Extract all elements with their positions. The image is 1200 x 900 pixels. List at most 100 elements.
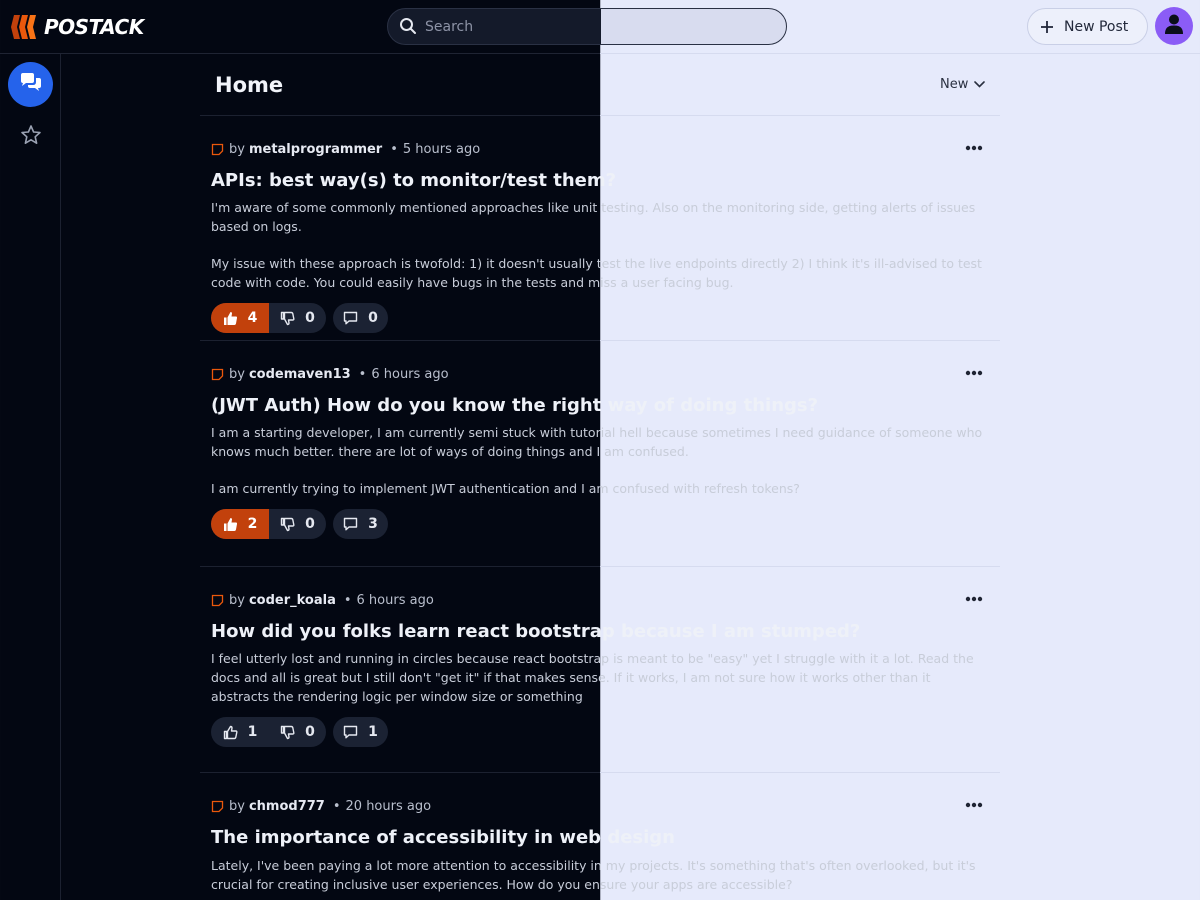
comments-button[interactable]: 3 [333,509,388,539]
plus-icon [1040,20,1054,34]
meta-separator: • [332,799,341,814]
post-body: I'm aware of some commonly mentioned app… [211,198,989,292]
comment-icon [343,725,358,739]
thumbs-down-icon [280,725,295,739]
post-paragraph: My issue with these approach is twofold:… [211,256,982,290]
more-horizontal-icon[interactable] [965,145,983,151]
post-title[interactable]: APIs: best way(s) to monitor/test them? [211,169,989,193]
more-horizontal-icon[interactable] [965,802,983,808]
user-icon [1164,13,1184,39]
comment-icon [343,517,358,531]
post-author[interactable]: codemaven13 [249,367,351,382]
post-meta: by coder_koala • 6 hours ago [211,567,989,610]
post-card: by coder_koala • 6 hours ago How did you… [200,567,1000,773]
post-paragraph: I am a starting developer, I am currentl… [211,425,983,459]
sidebar-item-favorites[interactable] [8,114,53,159]
star-icon [20,124,42,150]
post-body: Lately, I've been paying a lot more atte… [211,856,989,894]
new-post-label: New Post [1064,18,1129,35]
chat-bubbles-icon [19,72,43,98]
post-author[interactable]: chmod777 [249,799,325,814]
page-title: Home [215,73,284,97]
new-post-button[interactable]: New Post [1027,8,1148,45]
downvote-button[interactable]: 0 [269,509,326,539]
post-meta: by metalprogrammer • 5 hours ago [211,116,989,159]
post-meta: by codemaven13 • 6 hours ago [211,341,989,384]
post-actions: 1 0 1 [211,717,989,747]
comments-button[interactable]: 0 [333,303,388,333]
comment-icon [343,311,358,325]
thumbs-down-icon [280,311,295,325]
feed-header: Home New [200,54,1000,116]
thumbs-up-icon [223,517,237,531]
post-paragraph: Lately, I've been paying a lot more atte… [211,858,976,892]
post-title[interactable]: The importance of accessibility in web d… [211,826,989,850]
postack-logo-icon [10,14,38,40]
vote-group: 4 0 [211,303,326,333]
meta-separator: • [358,367,367,382]
note-icon [211,594,224,607]
upvote-count: 1 [247,724,258,740]
comment-count: 3 [368,516,378,532]
main-feed: Home New by metalprogrammer • 5 hours ag… [200,54,1000,900]
sidebar-item-feed[interactable] [8,62,53,107]
meta-separator: • [343,593,352,608]
chevron-down-icon [974,81,986,88]
search-input[interactable] [425,9,765,44]
post-body: I am a starting developer, I am currentl… [211,423,989,498]
post-paragraph: I'm aware of some commonly mentioned app… [211,200,976,234]
post-by-label: by [229,593,245,608]
post-time: 6 hours ago [356,593,434,608]
downvote-count: 0 [305,724,315,740]
search-bar[interactable] [387,8,787,45]
upvote-count: 4 [247,310,258,326]
user-avatar-button[interactable] [1155,7,1193,45]
post-card: by codemaven13 • 6 hours ago (JWT Auth) … [200,341,1000,567]
post-by-label: by [229,367,245,382]
post-title[interactable]: (JWT Auth) How do you know the right way… [211,394,989,418]
thumbs-up-icon [223,725,238,739]
post-time: 5 hours ago [402,142,481,157]
more-horizontal-icon[interactable] [965,370,983,376]
post-paragraph: I feel utterly lost and running in circl… [211,651,974,704]
post-card: by chmod777 • 20 hours ago The importanc… [200,773,1000,900]
post-meta: by chmod777 • 20 hours ago [211,773,989,816]
more-horizontal-icon[interactable] [965,596,983,602]
meta-separator: • [390,142,398,157]
thumbs-down-icon [280,517,295,531]
post-by-label: by [229,142,245,157]
post-time: 20 hours ago [345,799,432,814]
thumbs-up-icon [223,311,237,325]
comments-button[interactable]: 1 [333,717,388,747]
downvote-count: 0 [305,310,315,326]
note-icon [211,143,224,156]
vote-group: 2 0 [211,509,326,539]
post-paragraph: I am currently trying to implement JWT a… [211,481,800,496]
comment-count: 1 [368,724,378,740]
app-logo[interactable]: POSTACK [10,12,144,42]
search-icon [399,17,417,39]
top-bar: POSTACK New Post [0,0,1200,54]
upvote-count: 2 [247,516,258,532]
post-author[interactable]: coder_koala [249,593,336,608]
downvote-button[interactable]: 0 [269,717,326,747]
post-time: 6 hours ago [371,367,449,382]
upvote-button[interactable]: 1 [211,717,269,747]
post-author[interactable]: metalprogrammer [249,142,382,157]
comment-count: 0 [368,310,378,326]
sort-dropdown[interactable]: New [940,77,986,92]
note-icon [211,368,224,381]
post-card: by metalprogrammer • 5 hours ago APIs: b… [200,116,1000,341]
vote-group: 1 0 [211,717,326,747]
downvote-count: 0 [305,516,315,532]
post-title[interactable]: How did you folks learn react bootstrap … [211,620,989,644]
upvote-button[interactable]: 2 [211,509,269,539]
upvote-button[interactable]: 4 [211,303,269,333]
post-actions: 2 0 3 [211,509,989,539]
post-body: I feel utterly lost and running in circl… [211,649,989,706]
sidebar [0,54,61,900]
sort-label: New [940,77,969,92]
post-by-label: by [229,799,245,814]
app-name: POSTACK [44,15,144,39]
downvote-button[interactable]: 0 [269,303,326,333]
